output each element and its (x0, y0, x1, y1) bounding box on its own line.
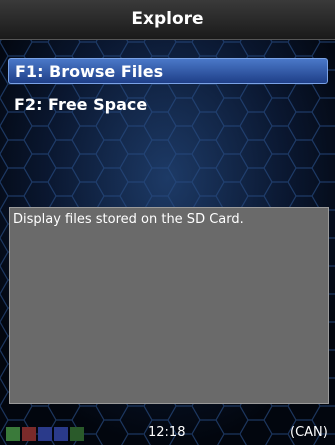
description-text: Display files stored on the SD Card. (13, 212, 244, 227)
status-indicator (38, 427, 52, 441)
status-bar: 12:18 (CAN) (0, 422, 335, 445)
status-mode: (CAN) (290, 425, 328, 440)
menu-item-browse-files[interactable]: F1: Browse Files (8, 58, 328, 84)
status-indicator (22, 427, 36, 441)
menu-item-free-space[interactable]: F2: Free Space (8, 92, 328, 118)
status-indicator (6, 427, 20, 441)
description-panel: Display files stored on the SD Card. (9, 207, 329, 404)
status-clock: 12:18 (148, 425, 186, 440)
status-indicator (70, 427, 84, 441)
status-indicators (6, 427, 86, 441)
status-indicator (54, 427, 68, 441)
window-title: Explore (0, 0, 335, 40)
